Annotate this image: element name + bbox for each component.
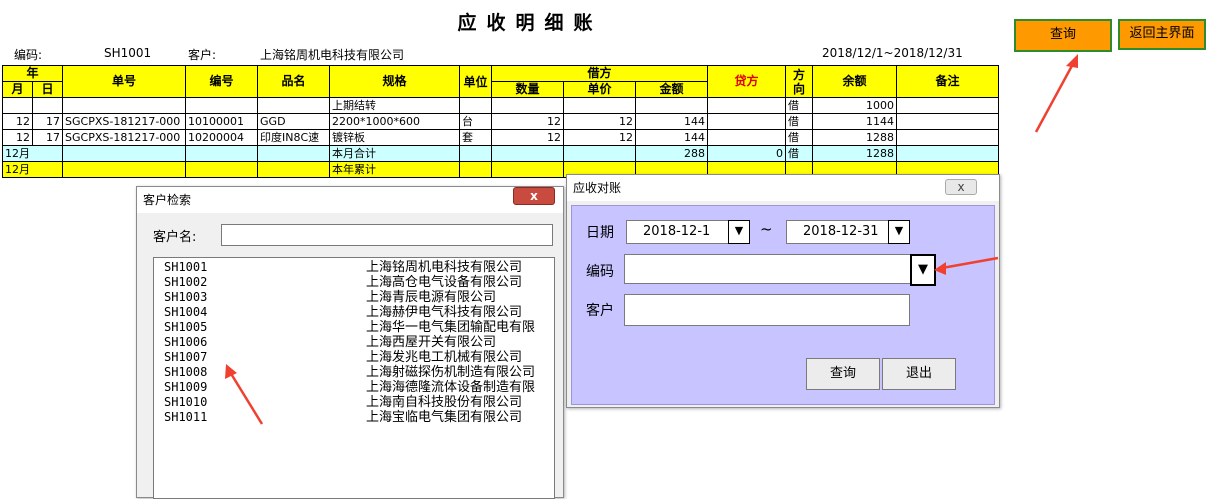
arrow-to-code-dropdown <box>934 256 999 275</box>
arrow-to-query-button <box>1034 54 1078 133</box>
arrow-to-customer-list <box>225 364 264 425</box>
annotation-arrows <box>225 54 1078 425</box>
